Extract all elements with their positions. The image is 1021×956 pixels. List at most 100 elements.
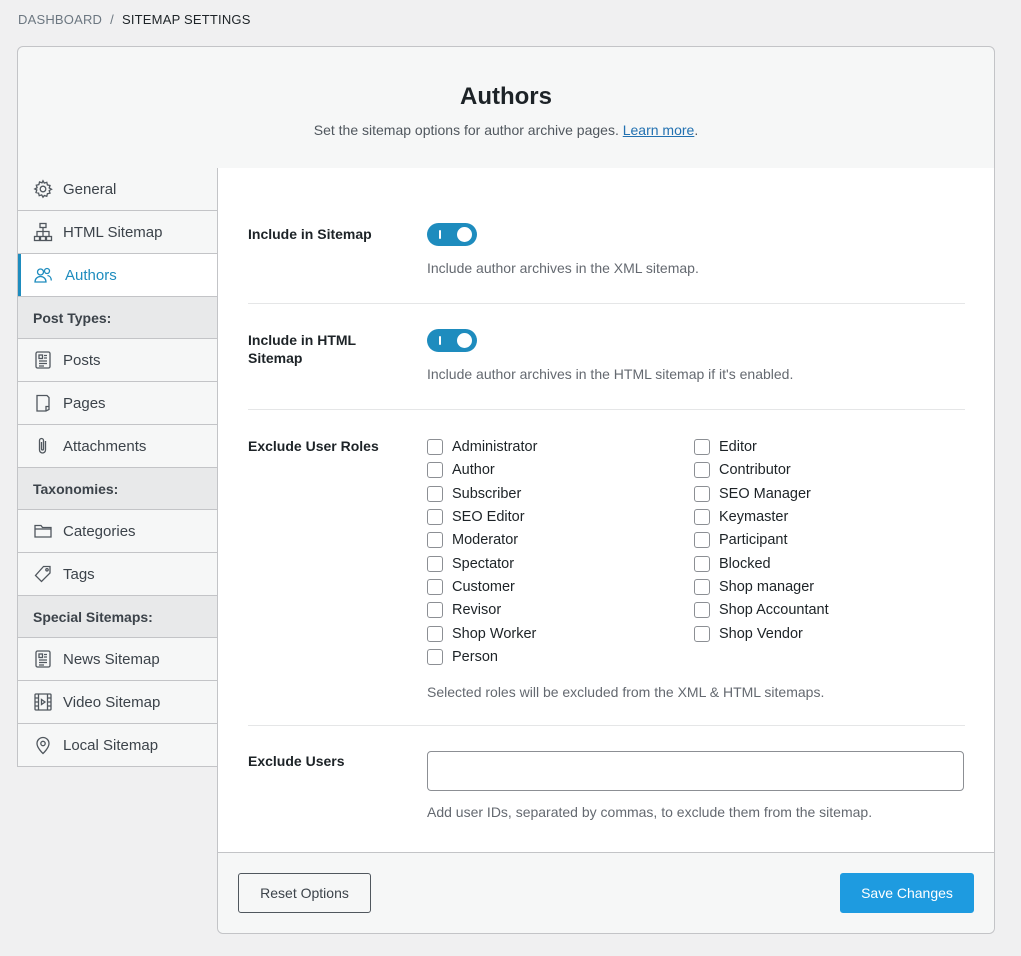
role-option[interactable]: Shop Vendor [694, 624, 961, 642]
sidebar-item-label: HTML Sitemap [63, 223, 163, 241]
sidebar-item-label: Tags [63, 565, 95, 583]
role-label: Revisor [452, 602, 502, 619]
sidebar-item-posts[interactable]: Posts [18, 339, 218, 382]
sidebar-item-general[interactable]: General [18, 168, 218, 211]
page-header: Authors Set the sitemap options for auth… [17, 46, 995, 169]
sidebar-item-label: Posts [63, 351, 101, 369]
breadcrumb: DASHBOARD / SITEMAP SETTINGS [18, 12, 251, 27]
include-html-help: Include author archives in the HTML site… [427, 366, 794, 382]
settings-sidebar: General HTML Sitemap Authors Post Types:… [17, 168, 218, 767]
sidebar-item-label: Local Sitemap [63, 736, 159, 754]
breadcrumb-dashboard-link[interactable]: DASHBOARD [18, 12, 102, 27]
include-sitemap-toggle[interactable] [427, 223, 477, 246]
include-sitemap-label: Include in Sitemap [248, 226, 372, 242]
map-pin-icon [33, 735, 53, 755]
sidebar-item-attachments[interactable]: Attachments [18, 425, 218, 468]
setting-row-include-sitemap: Include in Sitemap Include author archiv… [248, 223, 965, 304]
exclude-users-input[interactable] [427, 751, 964, 791]
role-checkbox[interactable] [694, 439, 710, 456]
learn-more-link[interactable]: Learn more [623, 122, 695, 138]
toggle-knob [457, 227, 472, 242]
role-checkbox[interactable] [694, 532, 710, 549]
sidebar-item-local-sitemap[interactable]: Local Sitemap [18, 724, 218, 767]
role-checkbox[interactable] [694, 578, 710, 595]
setting-row-include-html: Include in HTML Sitemap Include author a… [248, 329, 965, 410]
role-checkbox[interactable] [427, 602, 443, 619]
sidebar-item-label: News Sitemap [63, 650, 160, 668]
save-changes-button[interactable]: Save Changes [840, 873, 974, 913]
role-checkbox[interactable] [694, 485, 710, 502]
role-label: Keymaster [719, 509, 789, 526]
role-checkbox[interactable] [427, 485, 443, 502]
role-option[interactable]: Contributor [694, 461, 961, 479]
role-option[interactable]: Author [427, 461, 694, 479]
role-option[interactable]: Blocked [694, 554, 961, 572]
role-checkbox[interactable] [694, 462, 710, 479]
toggle-on-indicator [439, 230, 441, 239]
page-icon [33, 393, 53, 413]
role-label: Contributor [719, 462, 791, 479]
sidebar-item-tags[interactable]: Tags [18, 553, 218, 596]
role-label: Customer [452, 578, 515, 595]
subtitle-text: Set the sitemap options for author archi… [313, 122, 619, 138]
role-label: Spectator [452, 555, 515, 572]
role-checkbox[interactable] [694, 602, 710, 619]
role-checkbox[interactable] [427, 578, 443, 595]
role-checkbox[interactable] [427, 555, 443, 572]
toggle-on-indicator [439, 336, 441, 345]
include-sitemap-field: Include author archives in the XML sitem… [427, 223, 699, 276]
role-label: Moderator [452, 532, 519, 549]
sidebar-item-label: Categories [63, 522, 136, 540]
role-checkbox[interactable] [427, 462, 443, 479]
sidebar-item-authors[interactable]: Authors [18, 254, 218, 297]
sidebar-item-label: Authors [65, 266, 117, 284]
breadcrumb-current: SITEMAP SETTINGS [121, 12, 251, 27]
sidebar-heading-special-sitemaps: Special Sitemaps: [18, 596, 218, 638]
sidebar-item-categories[interactable]: Categories [18, 510, 218, 553]
sidebar-item-news-sitemap[interactable]: News Sitemap [18, 638, 218, 681]
role-option[interactable]: Subscriber [427, 485, 694, 503]
role-option[interactable]: Editor [694, 438, 961, 456]
role-option[interactable]: Shop Worker [427, 624, 694, 642]
role-option[interactable]: Participant [694, 531, 961, 549]
role-option[interactable]: SEO Editor [427, 508, 694, 526]
role-option[interactable]: Administrator [427, 438, 694, 456]
sidebar-heading-post-types: Post Types: [18, 297, 218, 339]
role-label: Shop manager [719, 578, 815, 595]
role-option[interactable]: Keymaster [694, 508, 961, 526]
role-option[interactable]: Customer [427, 578, 694, 596]
sidebar-item-html-sitemap[interactable]: HTML Sitemap [18, 211, 218, 254]
sidebar-item-video-sitemap[interactable]: Video Sitemap [18, 681, 218, 724]
role-option[interactable]: Shop manager [694, 578, 961, 596]
role-checkbox[interactable] [427, 439, 443, 456]
role-option[interactable]: Shop Accountant [694, 601, 961, 619]
role-checkbox[interactable] [694, 509, 710, 526]
users-icon [33, 265, 53, 285]
role-option[interactable]: Person [427, 648, 694, 666]
film-icon [33, 692, 53, 712]
role-checkbox[interactable] [427, 648, 443, 665]
sidebar-item-pages[interactable]: Pages [18, 382, 218, 425]
role-option[interactable]: Moderator [427, 531, 694, 549]
role-option[interactable]: Spectator [427, 554, 694, 572]
exclude-roles-field: Administrator Editor Author Contributor … [427, 438, 961, 700]
role-checkbox[interactable] [427, 509, 443, 526]
role-label: Author [452, 462, 495, 479]
role-checkbox[interactable] [427, 532, 443, 549]
role-checkbox[interactable] [694, 625, 710, 642]
sidebar-item-label: General [63, 180, 117, 198]
role-checkbox[interactable] [427, 625, 443, 642]
page-subtitle: Set the sitemap options for author archi… [18, 122, 994, 138]
include-html-toggle[interactable] [427, 329, 477, 352]
role-checkbox[interactable] [694, 555, 710, 572]
role-option[interactable]: Revisor [427, 601, 694, 619]
role-label: SEO Editor [452, 509, 525, 526]
reset-options-button[interactable]: Reset Options [238, 873, 371, 913]
sidebar-item-label: Attachments [63, 437, 147, 455]
roles-checkbox-grid: Administrator Editor Author Contributor … [427, 438, 961, 666]
role-option[interactable]: SEO Manager [694, 485, 961, 503]
include-sitemap-help: Include author archives in the XML sitem… [427, 260, 699, 276]
sidebar-item-label: Video Sitemap [63, 693, 161, 711]
include-html-label: Include in HTML Sitemap [248, 332, 356, 366]
exclude-roles-label: Exclude User Roles [248, 438, 379, 454]
